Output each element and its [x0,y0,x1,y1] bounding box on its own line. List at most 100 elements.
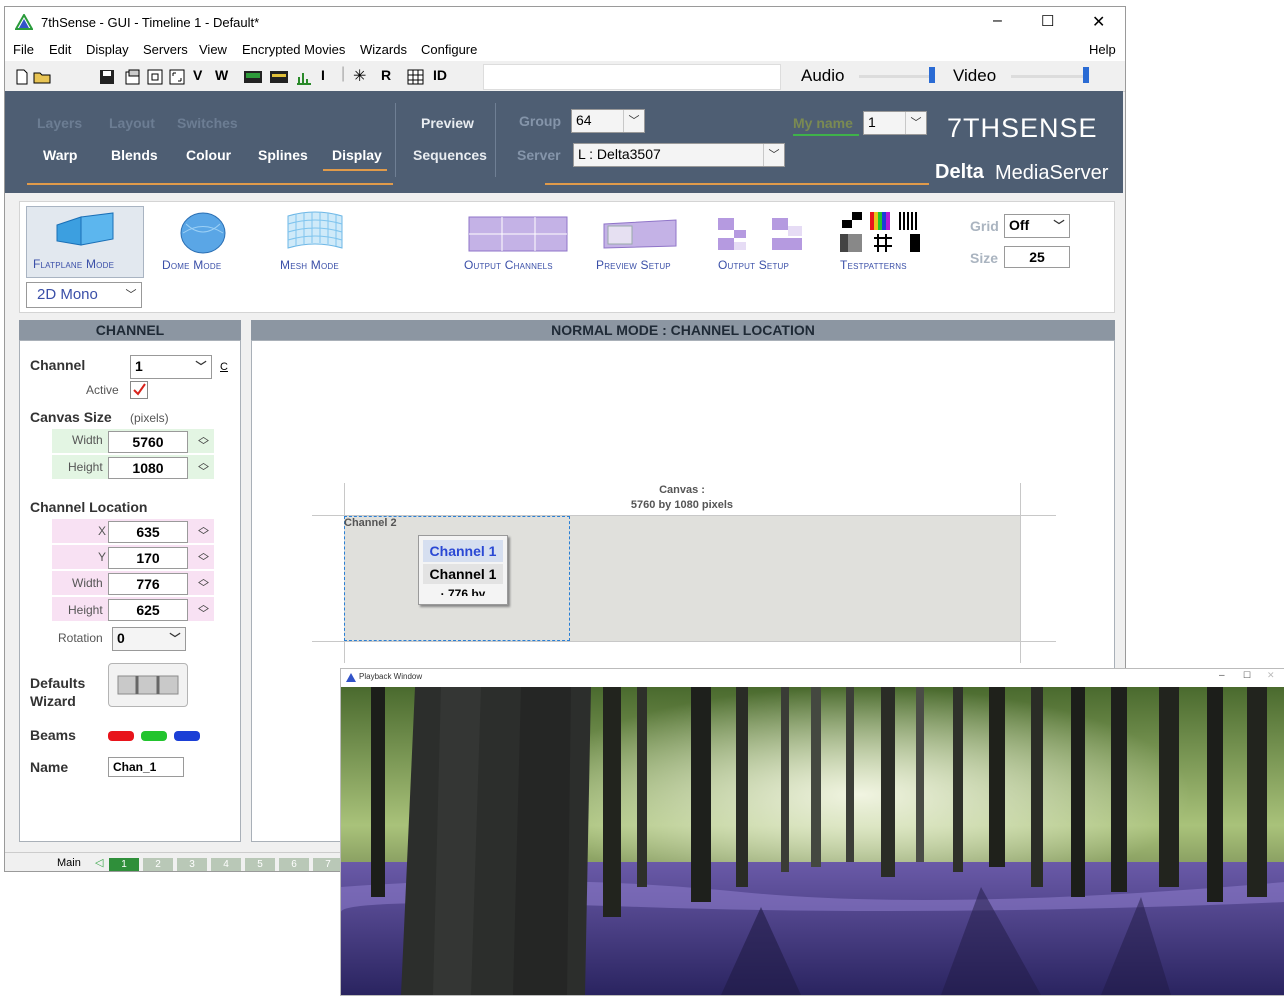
new-file-icon[interactable] [15,69,29,85]
stepper-icon[interactable]: ︿ ﹀ [198,574,209,594]
menu-wizards[interactable]: Wizards [360,42,407,57]
beam-red[interactable] [108,731,134,741]
page-3[interactable]: 3 [177,858,207,871]
output-channels-label[interactable]: Output Channels [464,258,553,272]
preview-setup-icon[interactable] [602,218,678,250]
channel-select[interactable]: 1 ﹀ [130,355,212,379]
preview-setup-label[interactable]: Preview Setup [596,258,671,272]
menu-encrypted-movies[interactable]: Encrypted Movies [242,42,345,57]
canvas-height-field[interactable]: 1080 [108,457,188,479]
save-icon[interactable] [99,69,115,85]
size-field[interactable]: 25 [1004,246,1070,268]
menu-file[interactable]: File [13,42,34,57]
chevron-down-icon: ﹀ [1053,220,1065,232]
x-field[interactable]: 635 [108,521,188,543]
beam-green[interactable] [141,731,167,741]
r-button[interactable]: R [381,67,391,83]
tab-blends[interactable]: Blends [111,147,158,163]
grid-select[interactable]: Off ﹀ [1004,214,1070,238]
page-4[interactable]: 4 [211,858,241,871]
stereo-mode-select[interactable]: 2D Mono ﹀ [26,282,142,308]
output-setup-icon[interactable] [716,216,810,252]
testpatterns-icon[interactable] [838,210,930,256]
output-setup-label[interactable]: Output Setup [718,258,789,272]
beam-blue[interactable] [174,731,200,741]
video-slider[interactable] [1011,75,1087,78]
tab-sequences[interactable]: Sequences [413,147,487,163]
dome-icon[interactable] [178,210,228,256]
dome-mode-label[interactable]: Dome Mode [162,258,221,272]
canvas-width-field[interactable]: 5760 [108,431,188,453]
stepper-icon[interactable]: ︿ ﹀ [198,600,209,620]
fit-icon[interactable] [147,69,163,85]
maximize-button[interactable]: ☐ [1041,12,1054,30]
loc-height-field[interactable]: 625 [108,599,188,621]
channel-1-box[interactable]: Channel 1 Channel 1 · 776 by [418,535,508,605]
flatplane-mode-button[interactable]: Flatplane Mode [26,206,144,278]
mesh-mode-label[interactable]: Mesh Mode [280,258,339,272]
i-button[interactable]: I [321,67,325,83]
w-button[interactable]: W [215,67,228,83]
expand-icon[interactable] [169,69,185,85]
stepper-icon[interactable]: ︿ ﹀ [198,432,209,452]
tab-layers[interactable]: Layers [37,115,82,131]
name-field[interactable]: Chan_1 [108,757,184,777]
close-button[interactable]: ✕ [1092,12,1105,32]
my-name-select[interactable]: 1 ﹀ [863,111,927,135]
v-button[interactable]: V [193,67,202,83]
c-button[interactable]: C [220,361,228,373]
separator: | [341,65,346,82]
tab-layout[interactable]: Layout [109,115,155,131]
menu-edit[interactable]: Edit [49,42,71,57]
y-field[interactable]: 170 [108,547,188,569]
checkmark-icon [133,383,146,396]
server-select[interactable]: L : Delta3507 ﹀ [573,143,785,167]
minimize-button[interactable]: – [993,12,1002,30]
menu-servers[interactable]: Servers [143,42,188,57]
loc-height-label: Height [68,603,103,617]
levels-icon[interactable] [295,69,313,85]
properties-icon[interactable] [125,69,141,85]
output-channels-icon[interactable] [468,216,568,252]
mesh-icon[interactable] [284,210,346,252]
page-5[interactable]: 5 [245,858,275,871]
timeline-icon[interactable] [269,69,289,85]
active-checkbox[interactable] [130,381,148,399]
open-folder-icon[interactable] [33,69,53,85]
loc-width-field[interactable]: 776 [108,573,188,595]
page-prev-icon[interactable]: ◁ [95,856,103,869]
menu-view[interactable]: View [199,42,227,57]
asterisk-icon[interactable]: ✳ [353,66,366,86]
grid-icon[interactable] [407,69,425,85]
video-slider-thumb[interactable] [1083,67,1089,83]
channel-2-label: Channel 2 [344,517,397,529]
tab-display[interactable]: Display [332,147,382,163]
menu-help[interactable]: Help [1089,42,1116,57]
monitor-icon[interactable] [243,69,263,85]
page-2[interactable]: 2 [143,858,173,871]
stepper-icon[interactable]: ︿ ﹀ [198,548,209,568]
chevron-down-icon: ﹀ [169,633,181,645]
page-6[interactable]: 6 [279,858,309,871]
audio-slider[interactable] [859,75,933,78]
page-7[interactable]: 7 [313,858,343,871]
defaults-wizard-button[interactable] [108,663,188,707]
tab-warp[interactable]: Warp [43,147,77,163]
stepper-icon[interactable]: ︿ ﹀ [198,522,209,542]
playback-close-button[interactable]: ✕ [1267,670,1275,681]
tab-switches[interactable]: Switches [177,115,238,131]
tab-colour[interactable]: Colour [186,147,231,163]
tab-splines[interactable]: Splines [258,147,308,163]
id-button[interactable]: ID [433,67,447,83]
tab-preview[interactable]: Preview [421,115,474,131]
testpatterns-label[interactable]: Testpatterns [840,258,907,272]
playback-maximize-button[interactable]: ☐ [1243,670,1251,681]
page-1[interactable]: 1 [109,858,139,871]
stepper-icon[interactable]: ︿ ﹀ [198,458,209,478]
group-select[interactable]: 64 ﹀ [571,109,645,133]
rotation-select[interactable]: 0 ﹀ [112,627,186,651]
menu-configure[interactable]: Configure [421,42,477,57]
audio-slider-thumb[interactable] [929,67,935,83]
menu-display[interactable]: Display [86,42,129,57]
playback-minimize-button[interactable]: – [1219,670,1225,681]
